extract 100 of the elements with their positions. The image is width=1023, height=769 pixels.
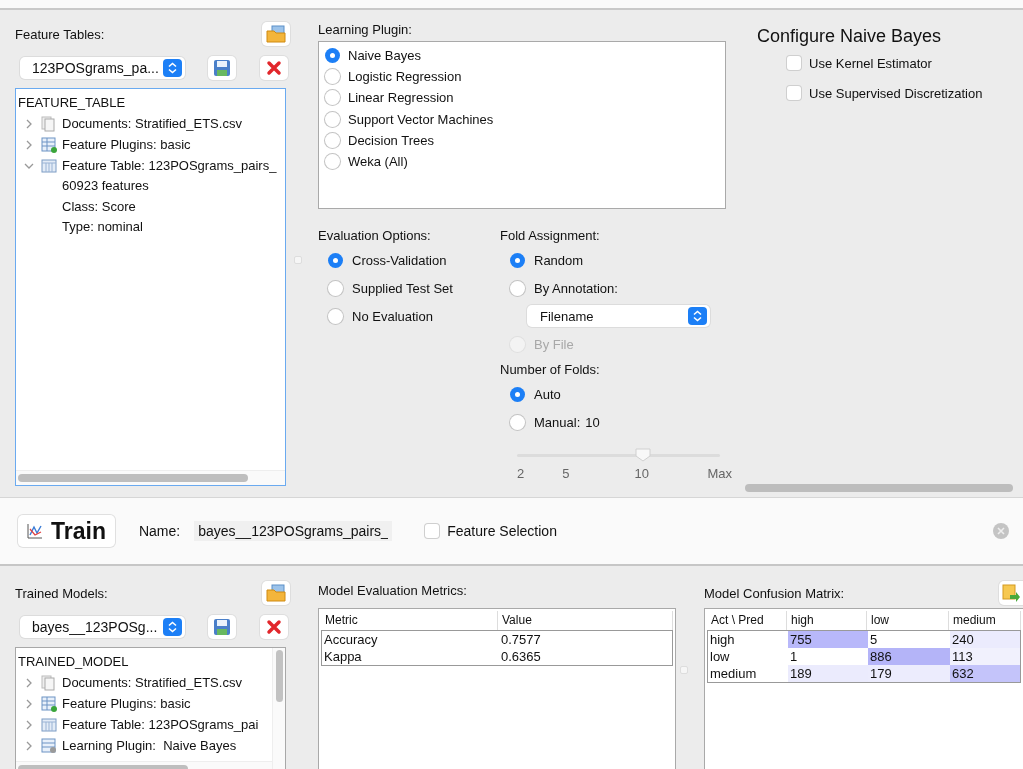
slider-thumb[interactable]	[634, 448, 651, 462]
option-label: Linear Regression	[348, 90, 454, 106]
train-button[interactable]: Train	[18, 515, 115, 547]
divider-handle[interactable]	[680, 666, 688, 674]
table-icon	[41, 157, 57, 174]
dropdown[interactable]: 123POSgrams_pa...	[20, 57, 185, 79]
radio-button[interactable]	[510, 414, 525, 430]
save-button[interactable]	[208, 56, 236, 80]
table-icon	[41, 716, 57, 733]
tree-item[interactable]: 60923 features	[18, 176, 283, 197]
radio-button[interactable]	[325, 111, 340, 127]
checkbox[interactable]	[787, 86, 801, 100]
section-label: Fold Assignment:	[500, 227, 601, 245]
section-label: Model Evaluation Metrics:	[318, 582, 468, 600]
stepper-icon	[688, 307, 707, 325]
column-header[interactable]: medium	[949, 611, 1021, 630]
checkbox-label: Use Supervised Discretization	[809, 85, 983, 101]
option-label: By Annotation:	[534, 280, 618, 296]
close-icon[interactable]	[992, 522, 1010, 540]
save-button[interactable]	[208, 615, 236, 639]
table-cell: 179	[868, 665, 950, 682]
delete-button[interactable]	[260, 615, 288, 639]
column-header[interactable]: high	[787, 611, 867, 630]
tick-label: 10	[634, 466, 649, 481]
tree-item[interactable]: Class: Score	[18, 196, 283, 217]
tick-label: 5	[562, 466, 570, 481]
table-cell-text: 0.7577	[500, 631, 542, 648]
option-label: Cross-Validation	[352, 252, 447, 268]
radio-button[interactable]	[325, 48, 340, 64]
option-label: Logistic Regression	[348, 69, 462, 85]
radio-button[interactable]	[325, 132, 340, 148]
field-label: Name:	[138, 523, 181, 539]
dropdown[interactable]: Filename	[527, 305, 710, 327]
panel-label: Feature Tables:	[15, 26, 105, 42]
column-header[interactable]: Value	[498, 611, 673, 630]
tree-item[interactable]: Feature Table: 123POSgrams_pai	[62, 717, 259, 732]
save-icon	[213, 59, 231, 77]
table-cell: 632	[950, 665, 1020, 682]
table-gear-icon	[41, 737, 57, 754]
option-label: By File	[534, 336, 574, 352]
checkbox-label: Use Kernel Estimator	[809, 55, 932, 71]
tree-root[interactable]: TRAINED_MODEL	[18, 652, 270, 672]
section-label: Model Confusion Matrix:	[704, 585, 845, 601]
tree-item[interactable]: Feature Plugins: basic	[62, 137, 191, 152]
open-button[interactable]	[262, 581, 290, 605]
column-header[interactable]: low	[867, 611, 949, 630]
tree-item[interactable]: Documents: Stratified_ETS.csv	[62, 675, 242, 690]
section-label: Learning Plugin:	[318, 21, 413, 39]
tick-label: 2	[517, 466, 525, 481]
radio-button[interactable]	[328, 308, 343, 324]
column-header[interactable]: Act \ Pred	[707, 611, 787, 630]
radio-button[interactable]	[325, 90, 340, 106]
delete-button[interactable]	[260, 56, 288, 80]
tree-item[interactable]: Learning Plugin: Naive Bayes	[62, 738, 237, 753]
radio-button[interactable]	[328, 252, 343, 268]
tree-item[interactable]: Feature Table: 123POSgrams_pairs_	[62, 158, 277, 173]
save-icon	[213, 618, 231, 636]
checkbox[interactable]	[425, 524, 440, 538]
export-button[interactable]	[999, 581, 1023, 605]
tree-item[interactable]: Documents: Stratified_ETS.csv	[62, 116, 242, 131]
radio-button[interactable]	[325, 69, 340, 85]
option-label: Random	[534, 252, 584, 268]
table-cell-text: 0.6365	[500, 648, 542, 665]
radio-button[interactable]	[325, 154, 340, 170]
table-cell-text: high	[709, 631, 736, 648]
scrollbar-thumb[interactable]	[275, 650, 283, 702]
radio-button[interactable]	[328, 280, 343, 296]
option-label: No Evaluation	[352, 308, 433, 324]
dropdown[interactable]: bayes__123POSg...	[20, 616, 185, 638]
table-cell: 189	[788, 665, 868, 682]
table-plus-icon	[41, 136, 57, 153]
divider-handle[interactable]	[294, 256, 302, 264]
open-button[interactable]	[262, 22, 290, 46]
column-header[interactable]: Metric	[321, 611, 498, 630]
option-label: Supplied Test Set	[352, 280, 453, 296]
table-plus-icon	[41, 695, 57, 712]
option-label: Decision Trees	[348, 132, 434, 148]
scrollbar-thumb[interactable]	[745, 484, 1013, 492]
documents-icon	[41, 115, 57, 132]
stepper-icon	[163, 618, 182, 636]
checkbox[interactable]	[787, 56, 801, 70]
chart-icon	[27, 523, 43, 539]
name-field[interactable]: bayes__123POSgrams_pairs_	[194, 521, 393, 541]
table-cell: 755	[788, 631, 868, 648]
scrollbar-thumb[interactable]	[18, 474, 248, 482]
tree-root[interactable]: FEATURE_TABLE	[18, 93, 283, 113]
delete-icon	[266, 619, 282, 635]
documents-icon	[41, 674, 57, 691]
radio-button[interactable]	[510, 280, 525, 296]
panel-label: Trained Models:	[15, 585, 108, 601]
tree-item[interactable]: Feature Plugins: basic	[62, 696, 191, 711]
export-icon	[1002, 584, 1020, 602]
table-cell: 113	[950, 648, 1020, 665]
folder-icon	[266, 25, 286, 43]
radio-button[interactable]	[510, 386, 525, 402]
section-label: Number of Folds:	[500, 361, 601, 379]
option-label: Manual:	[534, 414, 581, 430]
table-cell-text: Accuracy	[323, 631, 379, 648]
tree-item[interactable]: Type: nominal	[18, 217, 283, 238]
radio-button[interactable]	[510, 252, 525, 268]
